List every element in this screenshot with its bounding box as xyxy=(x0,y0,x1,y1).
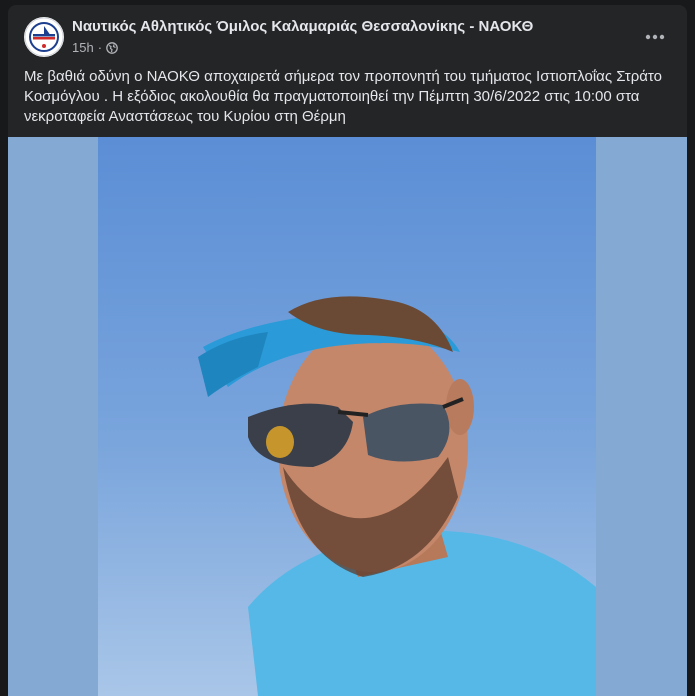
page-avatar[interactable] xyxy=(24,17,64,57)
photo-image xyxy=(98,137,596,696)
meta-separator: · xyxy=(97,40,103,55)
post-text: Με βαθιά οδύνη ο ΝΑΟΚΘ αποχαιρετά σήμερα… xyxy=(24,68,662,125)
more-options-icon xyxy=(645,34,665,40)
portrait-illustration xyxy=(198,296,596,696)
post-card: Ναυτικός Αθλητικός Όμιλος Καλαμαριάς Θεσ… xyxy=(8,5,687,696)
globe-icon[interactable] xyxy=(106,41,118,54)
more-options-button[interactable] xyxy=(637,19,673,55)
post-timestamp[interactable]: 15h xyxy=(72,40,94,55)
post-photo[interactable] xyxy=(8,137,687,696)
post-meta: 15h · xyxy=(72,40,118,55)
page-name-link[interactable]: Ναυτικός Αθλητικός Όμιλος Καλαμαριάς Θεσ… xyxy=(72,18,533,35)
post-header: Ναυτικός Αθλητικός Όμιλος Καλαμαριάς Θεσ… xyxy=(24,17,671,59)
club-logo-icon xyxy=(24,17,64,57)
